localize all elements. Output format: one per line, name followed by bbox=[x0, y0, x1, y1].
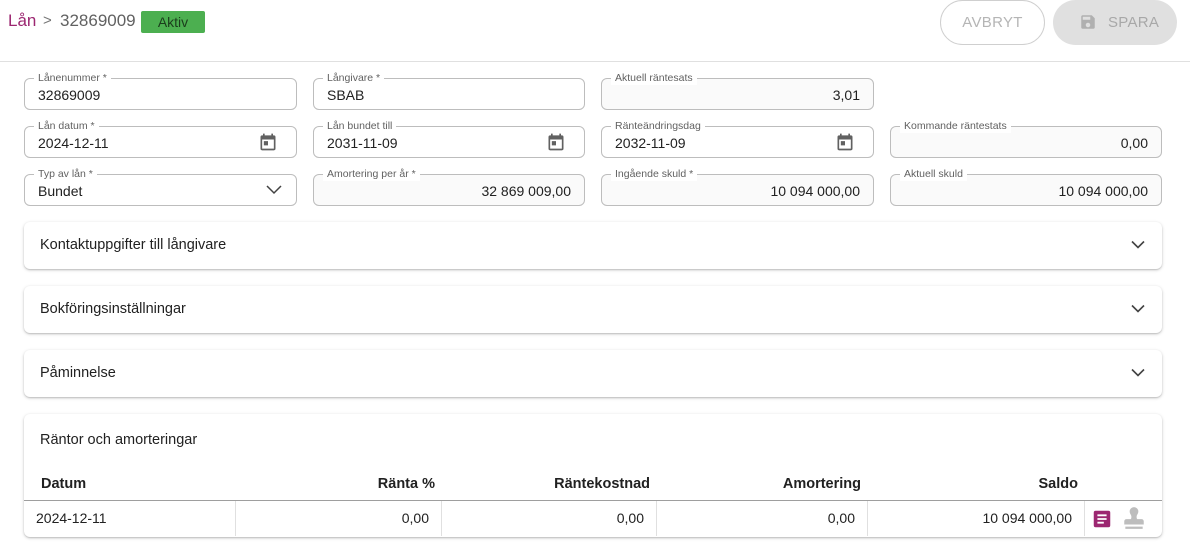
rate-change-day-field[interactable]: Ränteändringsdag 2032-11-09 bbox=[601, 119, 874, 158]
document-icon[interactable] bbox=[1091, 508, 1113, 530]
breadcrumb-current: 32869009 bbox=[60, 11, 136, 30]
breadcrumb-loans-link[interactable]: Lån bbox=[8, 11, 36, 31]
current-debt-label: Aktuell skuld bbox=[900, 167, 967, 181]
save-icon bbox=[1081, 15, 1095, 29]
upcoming-rate-value: 0,00 bbox=[1120, 135, 1148, 151]
loan-number-field[interactable]: Lånenummer * 32869009 bbox=[24, 71, 297, 110]
opening-debt-field[interactable]: Ingående skuld * 10 094 000,00 bbox=[601, 167, 874, 206]
rate-change-day-label: Ränteändringsdag bbox=[611, 119, 705, 133]
loan-number-value: 32869009 bbox=[38, 87, 101, 103]
cell-date[interactable]: 2024-12-11 bbox=[24, 501, 236, 536]
loan-type-select[interactable]: Typ av lån * Bundet bbox=[24, 167, 297, 206]
calendar-icon[interactable] bbox=[258, 132, 278, 152]
table-title: Räntor och amorteringar bbox=[40, 432, 198, 448]
lender-value: SBAB bbox=[327, 87, 365, 103]
chevron-down-icon[interactable] bbox=[1131, 368, 1145, 378]
opening-debt-value: 10 094 000,00 bbox=[770, 183, 860, 199]
bound-until-value: 2031-11-09 bbox=[327, 135, 398, 151]
save-button[interactable]: SPARA bbox=[1053, 0, 1177, 45]
loan-date-field[interactable]: Lån datum * 2024-12-11 bbox=[24, 119, 297, 158]
current-debt-field: Aktuell skuld 10 094 000,00 bbox=[890, 167, 1162, 206]
calendar-icon[interactable] bbox=[835, 132, 855, 152]
reminder-panel-title: Påminnelse bbox=[40, 365, 116, 381]
accounting-panel[interactable]: Bokföringsinställningar bbox=[24, 286, 1162, 333]
loan-date-label: Lån datum * bbox=[34, 119, 99, 133]
cell-amortization[interactable]: 0,00 bbox=[657, 501, 868, 536]
loan-number-label: Lånenummer * bbox=[34, 71, 111, 85]
column-header-rate[interactable]: Ränta % bbox=[236, 476, 435, 492]
column-header-balance[interactable]: Saldo bbox=[868, 476, 1078, 492]
cell-balance[interactable]: 10 094 000,00 bbox=[868, 501, 1085, 536]
save-button-label: SPARA bbox=[1108, 14, 1160, 31]
column-header-amortization[interactable]: Amortering bbox=[657, 476, 861, 492]
amortization-per-year-value: 32 869 009,00 bbox=[481, 183, 571, 199]
amortization-per-year-label: Amortering per år * bbox=[323, 167, 420, 181]
page-header: Lån > 32869009 Aktiv AVBRYT SPARA bbox=[0, 0, 1190, 62]
chevron-down-icon[interactable] bbox=[1131, 240, 1145, 250]
current-rate-field: Aktuell räntesats 3,01 bbox=[601, 71, 874, 110]
breadcrumb-separator: > bbox=[43, 12, 52, 29]
interest-amortization-table: Räntor och amorteringar Datum Ränta % Rä… bbox=[24, 414, 1162, 537]
opening-debt-label: Ingående skuld * bbox=[611, 167, 698, 181]
upcoming-rate-label: Kommande räntestats bbox=[900, 119, 1011, 133]
loan-date-value: 2024-12-11 bbox=[38, 135, 109, 151]
calendar-icon[interactable] bbox=[546, 132, 566, 152]
lender-field[interactable]: Långivare * SBAB bbox=[313, 71, 585, 110]
cancel-button[interactable]: AVBRYT bbox=[940, 0, 1045, 45]
chevron-down-icon[interactable] bbox=[266, 184, 282, 196]
column-header-interest-cost[interactable]: Räntekostnad bbox=[442, 476, 650, 492]
cell-interest-cost[interactable]: 0,00 bbox=[442, 501, 657, 536]
amortization-per-year-field[interactable]: Amortering per år * 32 869 009,00 bbox=[313, 167, 585, 206]
current-rate-label: Aktuell räntesats bbox=[611, 71, 697, 85]
current-debt-value: 10 094 000,00 bbox=[1058, 183, 1148, 199]
bound-until-label: Lån bundet till bbox=[323, 119, 397, 133]
bound-until-field[interactable]: Lån bundet till 2031-11-09 bbox=[313, 119, 585, 158]
rate-change-day-value: 2032-11-09 bbox=[615, 135, 686, 151]
upcoming-rate-field: Kommande räntestats 0,00 bbox=[890, 119, 1162, 158]
reminder-panel[interactable]: Påminnelse bbox=[24, 350, 1162, 397]
loan-type-value: Bundet bbox=[38, 183, 83, 199]
stamp-icon[interactable] bbox=[1121, 505, 1147, 531]
contact-panel[interactable]: Kontaktuppgifter till långivare bbox=[24, 222, 1162, 269]
loan-type-label: Typ av lån * bbox=[34, 167, 97, 181]
current-rate-value: 3,01 bbox=[832, 87, 860, 103]
status-badge: Aktiv bbox=[141, 11, 205, 33]
lender-label: Långivare * bbox=[323, 71, 385, 85]
column-header-date[interactable]: Datum bbox=[41, 476, 86, 492]
accounting-panel-title: Bokföringsinställningar bbox=[40, 301, 186, 317]
chevron-down-icon[interactable] bbox=[1131, 304, 1145, 314]
cell-rate[interactable]: 0,00 bbox=[236, 501, 442, 536]
contact-panel-title: Kontaktuppgifter till långivare bbox=[40, 237, 227, 253]
